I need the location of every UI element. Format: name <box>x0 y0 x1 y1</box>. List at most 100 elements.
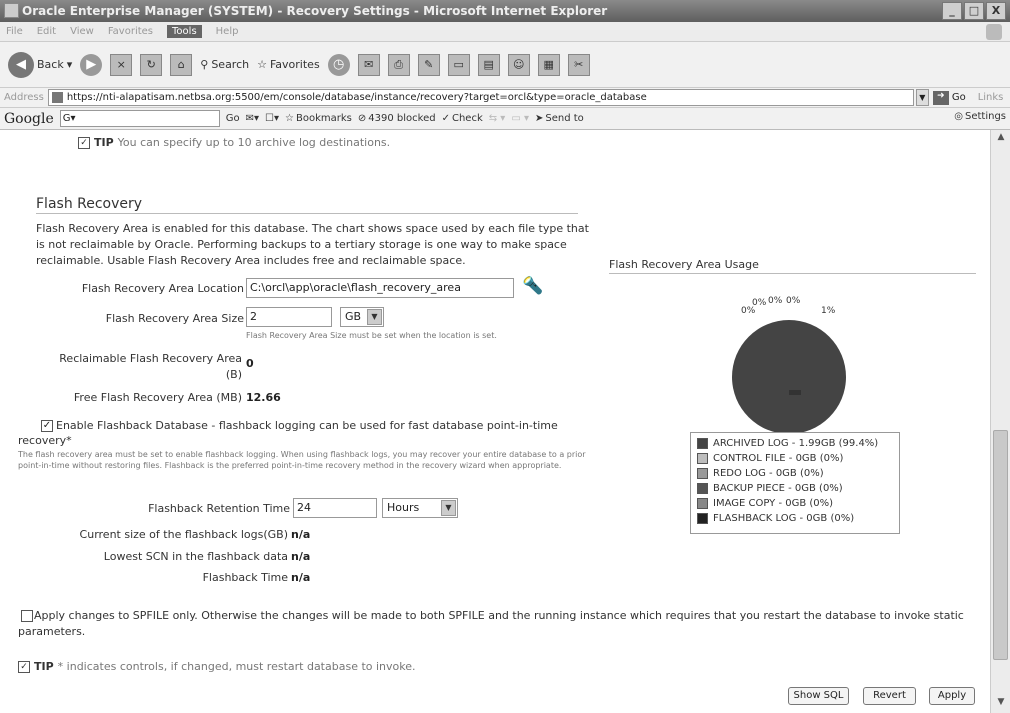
pie-label-3: 0% <box>786 296 801 306</box>
refresh-icon[interactable]: ↻ <box>140 53 163 76</box>
menu-favorites[interactable]: Favorites <box>108 26 153 37</box>
address-label: Address <box>4 92 44 103</box>
apply-button[interactable]: Apply <box>929 687 975 705</box>
retention-input[interactable]: 24 <box>293 498 377 518</box>
flashlight-search-icon[interactable]: 🔦 <box>522 276 543 296</box>
vertical-scrollbar[interactable]: ▲ ▼ <box>990 130 1010 713</box>
go-arrow-icon: ➜ <box>932 90 949 105</box>
tip-icon: ✓ <box>78 136 90 149</box>
autofill-button[interactable]: ▭ ▾ <box>511 113 529 124</box>
flash-recovery-description: Flash Recovery Area is enabled for this … <box>36 222 589 267</box>
flashback-time-label: Flashback Time <box>202 571 288 584</box>
google-search-input[interactable]: G▾ <box>59 110 220 127</box>
send-to-label: Send to <box>545 113 584 124</box>
mail-icon[interactable]: ✉ <box>357 53 380 76</box>
flashback-note: The flash recovery area must be set to e… <box>18 450 586 470</box>
tip-text: * indicates controls, if changed, must r… <box>57 660 416 673</box>
links-button[interactable]: Links <box>978 92 1004 103</box>
legend-swatch <box>697 468 708 479</box>
search-button[interactable]: ⚲ Search <box>200 58 249 71</box>
edit-icon[interactable]: ✎ <box>417 53 440 76</box>
menu-file[interactable]: File <box>6 26 23 37</box>
send-to-button[interactable]: ➤ Send to <box>535 113 584 124</box>
chevron-down-icon: ▼ <box>441 500 456 516</box>
history-icon[interactable]: ◷ <box>327 53 350 76</box>
revert-button[interactable]: Revert <box>863 687 916 705</box>
scroll-down-icon[interactable]: ▼ <box>994 697 1008 711</box>
window-title: Oracle Enterprise Manager (SYSTEM) - Rec… <box>22 4 608 18</box>
reclaimable-value: 0 <box>246 357 254 370</box>
retention-unit-select[interactable]: Hours ▼ <box>382 498 458 518</box>
print-icon[interactable]: ⎙ <box>387 53 410 76</box>
windows-logo-icon <box>986 24 1002 40</box>
size-unit-select[interactable]: GB ▼ <box>340 307 384 327</box>
scroll-thumb[interactable] <box>993 430 1008 660</box>
location-input[interactable]: C:\orcl\app\oracle\flash_recovery_area <box>246 278 514 298</box>
menu-view[interactable]: View <box>70 26 94 37</box>
spell-check-button[interactable]: ✓ Check <box>442 113 483 124</box>
pie-label-4: 1% <box>821 306 836 316</box>
legend-swatch <box>697 453 708 464</box>
current-size-value: n/a <box>291 528 311 541</box>
show-sql-button[interactable]: Show SQL <box>788 687 849 705</box>
research-icon[interactable]: ▤ <box>477 53 500 76</box>
google-go-label: Go <box>225 113 240 124</box>
minimize-button[interactable]: _ <box>942 2 962 20</box>
tools-icon[interactable]: ✂ <box>567 53 590 76</box>
tip-archive-log: ✓ TIP You can specify up to 10 archive l… <box>78 136 390 149</box>
check-icon: ✓ <box>441 113 450 124</box>
retention-label: Flashback Retention Time <box>148 502 290 515</box>
size-input[interactable]: 2 <box>246 307 332 327</box>
blocked-icon: ⊘ <box>357 113 367 124</box>
chevron-down-icon[interactable]: ▾ <box>67 58 73 71</box>
settings-button[interactable]: ◎ Settings <box>954 111 1006 122</box>
free-area-label: Free Flash Recovery Area (MB) <box>73 391 242 404</box>
google-go-button[interactable]: Go <box>226 113 240 124</box>
usage-legend: ARCHIVED LOG - 1.99GB (99.4%) CONTROL FI… <box>690 432 900 534</box>
bookmarks-button[interactable]: ☆ Bookmarks <box>285 113 352 124</box>
retention-unit-value: Hours <box>387 501 420 514</box>
close-button[interactable]: X <box>986 2 1006 20</box>
home-icon[interactable]: ⌂ <box>170 53 193 76</box>
size-label: Flash Recovery Area Size <box>105 312 244 325</box>
location-label: Flash Recovery Area Location <box>81 282 244 295</box>
go-button[interactable]: ➜ Go <box>932 90 966 105</box>
stop-icon[interactable]: × <box>110 53 133 76</box>
legend-item: CONTROL FILE - 0GB (0%) <box>697 451 893 466</box>
search-icon: ⚲ <box>200 58 209 71</box>
lowest-scn-value: n/a <box>291 550 311 563</box>
menu-bar: File Edit View Favorites Tools Help <box>0 22 1010 42</box>
enable-flashback-label: Enable Flashback Database - flashback lo… <box>18 419 558 447</box>
menu-tools[interactable]: Tools <box>167 25 202 38</box>
discuss-icon[interactable]: ▭ <box>447 53 470 76</box>
legend-swatch <box>697 513 708 524</box>
favorites-button[interactable]: ☆ Favorites <box>257 58 320 71</box>
messenger-icon[interactable]: ☺ <box>507 53 530 76</box>
google-bookmark-icon[interactable]: ☐▾ <box>265 113 279 124</box>
popup-blocker-button[interactable]: ⊘ 4390 blocked <box>358 113 436 124</box>
legend-swatch <box>697 498 708 509</box>
favorites-label: Favorites <box>269 58 320 71</box>
reclaimable-unit: (B) <box>225 368 242 381</box>
page-icon <box>51 92 63 103</box>
menu-help[interactable]: Help <box>216 26 239 37</box>
window-titlebar: Oracle Enterprise Manager (SYSTEM) - Rec… <box>0 0 1010 22</box>
browser-toolbar: ◀ Back ▾ ▶ × ↻ ⌂ ⚲ Search ☆ Favorites ◷ … <box>0 42 1010 88</box>
google-g-icon: G▾ <box>62 113 76 124</box>
translate-button[interactable]: ⇆ ▾ <box>489 113 506 124</box>
maximize-button[interactable]: □ <box>964 2 984 20</box>
google-logo[interactable]: Google <box>4 111 54 127</box>
star-icon: ☆ <box>257 58 267 71</box>
pie-label-2: 0% <box>768 296 783 306</box>
forward-button[interactable]: ▶ <box>80 53 103 76</box>
menu-edit[interactable]: Edit <box>37 26 56 37</box>
calculator-icon[interactable]: ▦ <box>537 53 560 76</box>
scroll-up-icon[interactable]: ▲ <box>994 132 1008 146</box>
window-controls: _ □ X <box>942 2 1006 20</box>
legend-label: IMAGE COPY - 0GB (0%) <box>713 498 834 509</box>
address-input[interactable]: https://nti-alapatisam.netbsa.org:5500/e… <box>47 89 914 106</box>
google-mail-icon[interactable]: ✉▾ <box>246 113 259 124</box>
usage-divider <box>609 273 976 274</box>
back-button[interactable]: ◀ Back ▾ <box>8 51 73 78</box>
address-dropdown-icon[interactable]: ▼ <box>915 89 929 106</box>
